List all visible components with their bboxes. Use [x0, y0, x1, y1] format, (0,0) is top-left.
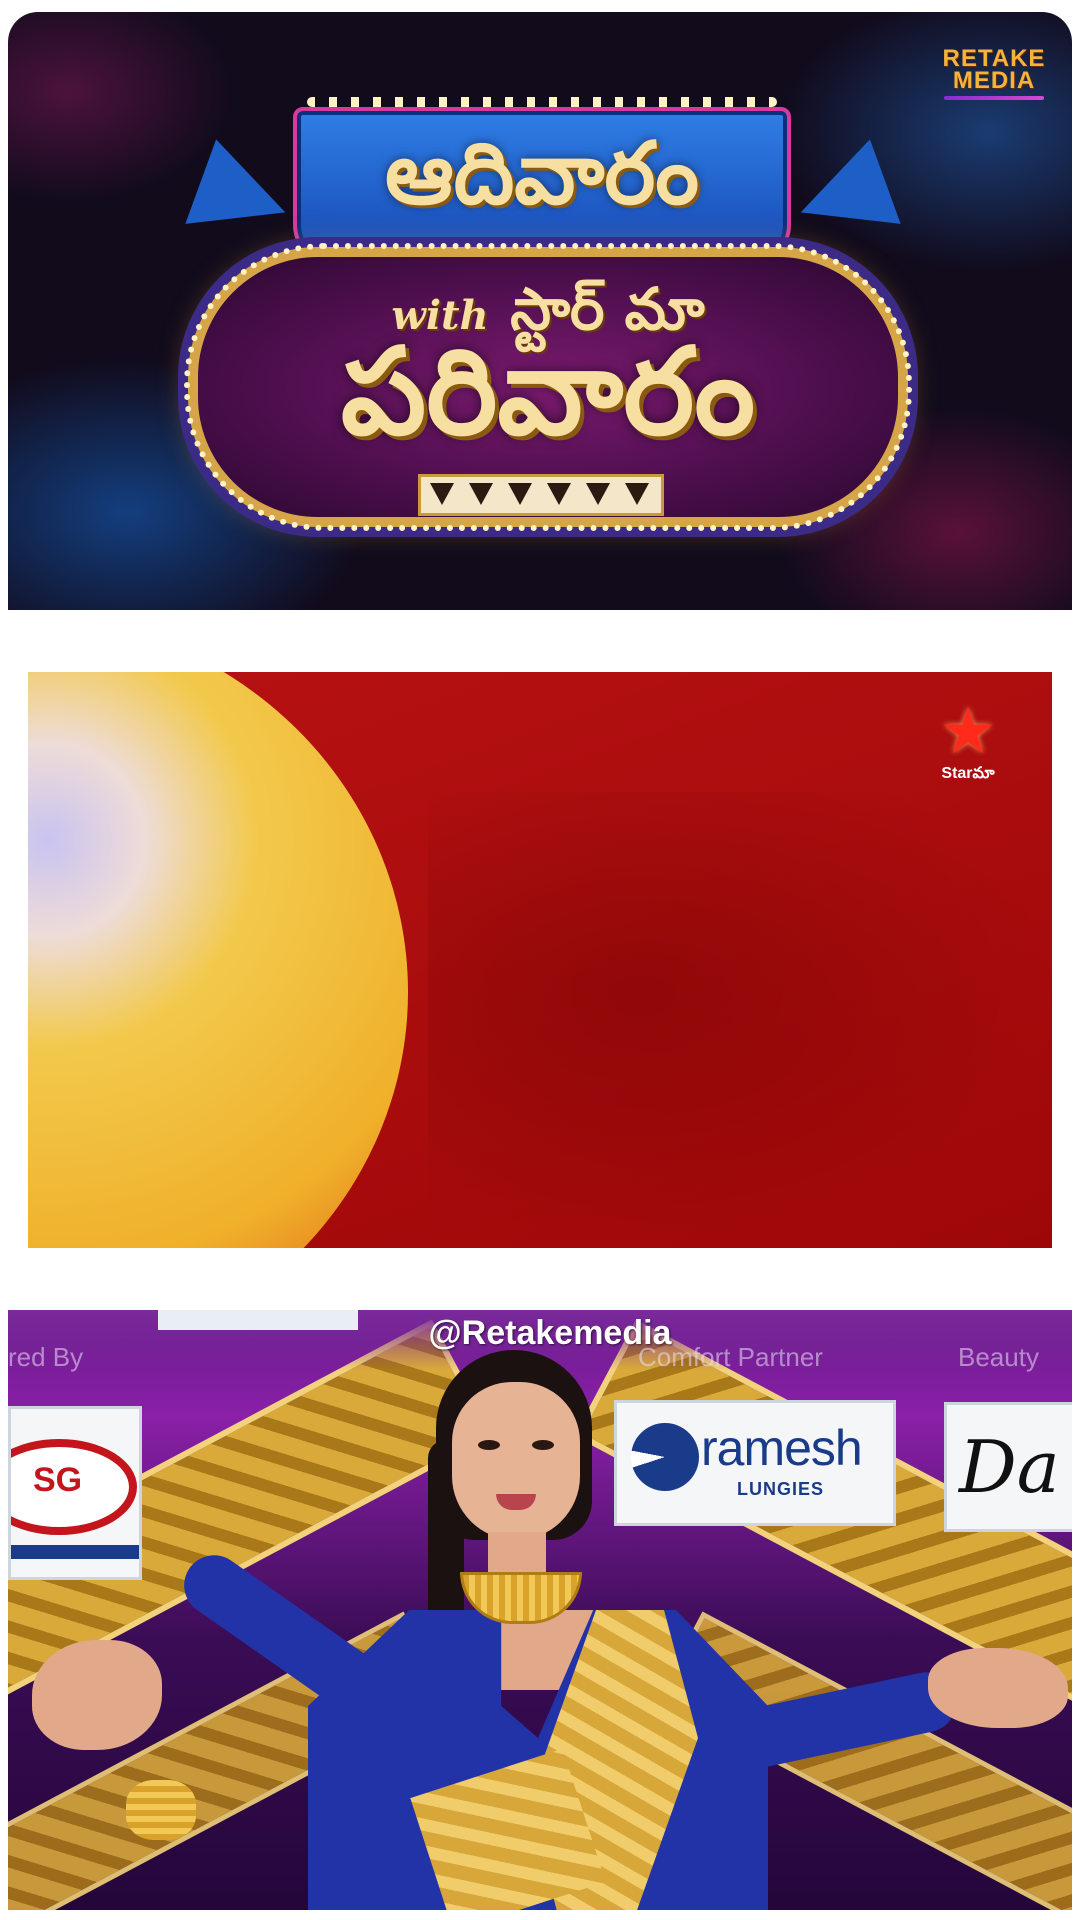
retake-logo-swoosh [944, 96, 1044, 100]
stage-panel[interactable]: red By Comfort Partner Beauty SG ramesh … [8, 1310, 1072, 1910]
yellow-light-glow [28, 672, 408, 1248]
host-figure [8, 1310, 1072, 1910]
marquee-chevrons [418, 474, 664, 516]
retake-media-logo: RETAKE MEDIA [934, 47, 1054, 100]
host-face [452, 1382, 580, 1540]
retakemedia-watermark: @Retakemedia [428, 1314, 672, 1352]
red-frame-panel[interactable]: ★ Starమా [28, 672, 1052, 1248]
show-title-top: ఆదివారం [384, 123, 700, 224]
retake-logo-line2: MEDIA [952, 67, 1036, 94]
host-hand-right [928, 1648, 1068, 1728]
red-shade [428, 792, 1052, 1248]
title-card-panel[interactable]: RETAKE MEDIA ఆదివారం with స్టార్ మా పరివ… [8, 12, 1072, 610]
host-mouth [496, 1494, 536, 1510]
host-eye-right [532, 1440, 554, 1450]
speaker-right-icon [785, 139, 901, 255]
star-maa-logo: ★ Starమా [928, 700, 1008, 786]
video-feed: RETAKE MEDIA ఆదివారం with స్టార్ మా పరివ… [0, 0, 1080, 1920]
title-banner: ఆదివారం [293, 97, 791, 265]
host-bangle [126, 1780, 196, 1840]
speaker-left-icon [185, 139, 301, 255]
host-eye-left [478, 1440, 500, 1450]
star-icon: ★ [939, 695, 997, 769]
show-title-main: పరివారం [340, 321, 756, 462]
host-hand-left [32, 1640, 162, 1750]
